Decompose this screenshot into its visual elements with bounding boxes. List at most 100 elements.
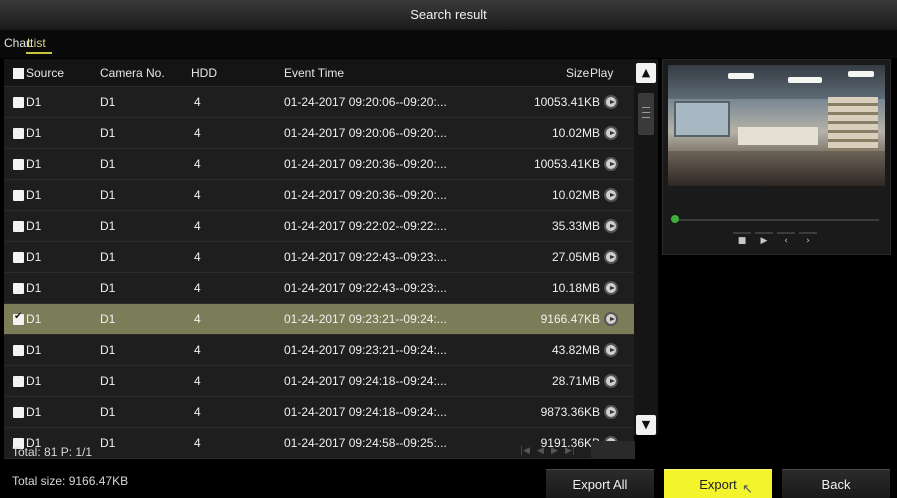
row-checkbox[interactable] xyxy=(13,97,24,108)
row-checkbox[interactable] xyxy=(13,221,24,232)
cell-size: 43.82MB xyxy=(551,343,600,357)
previous-page-icon[interactable]: ◀ xyxy=(537,446,544,456)
cell-camera: D1 xyxy=(100,281,116,295)
play-icon[interactable] xyxy=(604,281,618,295)
header-event-time[interactable]: Event Time xyxy=(284,66,344,80)
cell-camera: D1 xyxy=(100,250,116,264)
row-checkbox[interactable] xyxy=(13,345,24,356)
play-icon[interactable] xyxy=(604,250,618,264)
cell-size: 27.05MB xyxy=(551,250,600,264)
cell-event-time: 01-24-2017 09:22:43--09:23:... xyxy=(284,281,447,295)
play-icon[interactable] xyxy=(604,312,618,326)
back-button[interactable]: Back xyxy=(782,469,890,498)
cell-camera: D1 xyxy=(100,95,116,109)
results-table: Source Camera No. HDD Event Time Size Pl… xyxy=(4,59,634,459)
cell-hdd: 4 xyxy=(194,219,201,233)
play-icon[interactable] xyxy=(604,219,618,233)
cell-event-time: 01-24-2017 09:22:43--09:23:... xyxy=(284,250,447,264)
play-icon[interactable] xyxy=(604,126,618,140)
cell-event-time: 01-24-2017 09:20:06--09:20:... xyxy=(284,126,447,140)
scroll-up-button[interactable]: ▲ xyxy=(636,63,656,83)
play-icon[interactable] xyxy=(604,95,618,109)
header-source[interactable]: Source xyxy=(26,66,64,80)
table-scrollbar[interactable]: ▲ ▼ xyxy=(634,59,658,435)
cell-source: D1 xyxy=(26,405,42,419)
play-icon[interactable] xyxy=(604,343,618,357)
cell-hdd: 4 xyxy=(194,312,201,326)
cell-source: D1 xyxy=(26,157,42,171)
table-row[interactable]: D1 D1 4 01-24-2017 09:22:02--09:22:... 35.33… xyxy=(4,211,634,242)
cell-hdd: 4 xyxy=(194,157,201,171)
cell-camera: D1 xyxy=(100,219,116,233)
cell-event-time: 01-24-2017 09:22:02--09:22:... xyxy=(284,219,447,233)
table-row[interactable]: D1 D1 4 01-24-2017 09:24:18--09:24:... 9873.… xyxy=(4,397,634,428)
cell-size: 10.02MB xyxy=(551,188,600,202)
cell-event-time: 01-24-2017 09:20:06--09:20:... xyxy=(284,95,447,109)
row-checkbox[interactable] xyxy=(13,159,24,170)
first-page-icon[interactable]: |◀ xyxy=(520,446,530,456)
row-checkbox[interactable] xyxy=(13,283,24,294)
cell-event-time: 01-24-2017 09:20:36--09:20:... xyxy=(284,188,447,202)
play-icon[interactable] xyxy=(604,405,618,419)
row-checkbox[interactable] xyxy=(13,311,24,325)
cell-event-time: 01-24-2017 09:23:21--09:24:... xyxy=(284,312,447,326)
table-row[interactable]: D1 D1 4 01-24-2017 09:20:36--09:20:... 10.02… xyxy=(4,180,634,211)
row-checkbox[interactable] xyxy=(13,252,24,263)
cell-size: 28.71MB xyxy=(551,374,600,388)
cell-source: D1 xyxy=(26,281,42,295)
export-all-button[interactable]: Export All xyxy=(546,469,654,498)
header-size[interactable]: Size xyxy=(566,66,589,80)
header-camera[interactable]: Camera No. xyxy=(100,66,165,80)
cell-size: 9166.47KB xyxy=(540,312,600,326)
cell-source: D1 xyxy=(26,374,42,388)
cell-camera: D1 xyxy=(100,126,116,140)
stop-icon[interactable]: ■ xyxy=(733,232,751,246)
row-checkbox[interactable] xyxy=(13,376,24,387)
cell-size: 10.18MB xyxy=(551,281,600,295)
export-button[interactable]: Export xyxy=(664,469,772,498)
cell-source: D1 xyxy=(26,219,42,233)
cell-hdd: 4 xyxy=(194,374,201,388)
play-icon[interactable] xyxy=(604,188,618,202)
play-icon[interactable] xyxy=(604,157,618,171)
scroll-down-button[interactable]: ▼ xyxy=(636,415,656,435)
cell-camera: D1 xyxy=(100,312,116,326)
tab-list[interactable]: List xyxy=(27,36,46,50)
cell-source: D1 xyxy=(26,126,42,140)
table-row[interactable]: D1 D1 4 01-24-2017 09:22:43--09:23:... 10.18… xyxy=(4,273,634,304)
table-row[interactable]: D1 D1 4 01-24-2017 09:24:18--09:24:... 28.71… xyxy=(4,366,634,397)
table-row[interactable]: D1 D1 4 01-24-2017 09:22:43--09:23:... 27.05… xyxy=(4,242,634,273)
next-icon[interactable]: › xyxy=(799,232,817,246)
table-row[interactable]: D1 D1 4 01-24-2017 09:20:06--09:20:... 10053… xyxy=(4,87,634,118)
table-header: Source Camera No. HDD Event Time Size Pl… xyxy=(4,59,634,87)
playback-progress-handle[interactable] xyxy=(671,215,679,223)
scroll-thumb[interactable] xyxy=(638,93,654,135)
playback-progress-track[interactable] xyxy=(675,219,879,221)
table-row[interactable]: D1 D1 4 01-24-2017 09:23:21--09:24:... 9166.… xyxy=(4,304,634,335)
header-hdd[interactable]: HDD xyxy=(191,66,217,80)
active-tab-indicator xyxy=(26,52,52,54)
tab-bar: Chart List xyxy=(0,30,897,58)
table-row[interactable]: D1 D1 4 01-24-2017 09:23:21--09:24:... 43.82… xyxy=(4,335,634,366)
cell-source: D1 xyxy=(26,188,42,202)
total-size: Total size: 9166.47KB xyxy=(12,474,129,488)
cell-camera: D1 xyxy=(100,343,116,357)
cell-hdd: 4 xyxy=(194,126,201,140)
row-checkbox[interactable] xyxy=(13,407,24,418)
table-row[interactable]: D1 D1 4 01-24-2017 09:20:36--09:20:... 10053… xyxy=(4,149,634,180)
cell-hdd: 4 xyxy=(194,405,201,419)
next-page-icon[interactable]: ▶ xyxy=(551,446,558,456)
select-all-checkbox[interactable] xyxy=(13,68,24,79)
page-input[interactable] xyxy=(591,441,635,459)
previous-icon[interactable]: ‹ xyxy=(777,232,795,246)
play-icon[interactable] xyxy=(604,374,618,388)
cell-size: 10053.41KB xyxy=(533,157,600,171)
play-icon[interactable]: ▶ xyxy=(755,232,773,246)
table-row[interactable]: D1 D1 4 01-24-2017 09:20:06--09:20:... 10.02… xyxy=(4,118,634,149)
last-page-icon[interactable]: ▶| xyxy=(565,446,575,456)
cell-size: 9873.36KB xyxy=(540,405,600,419)
cell-event-time: 01-24-2017 09:24:18--09:24:... xyxy=(284,374,447,388)
mouse-cursor-icon: ↖ xyxy=(742,482,753,497)
row-checkbox[interactable] xyxy=(13,190,24,201)
row-checkbox[interactable] xyxy=(13,128,24,139)
